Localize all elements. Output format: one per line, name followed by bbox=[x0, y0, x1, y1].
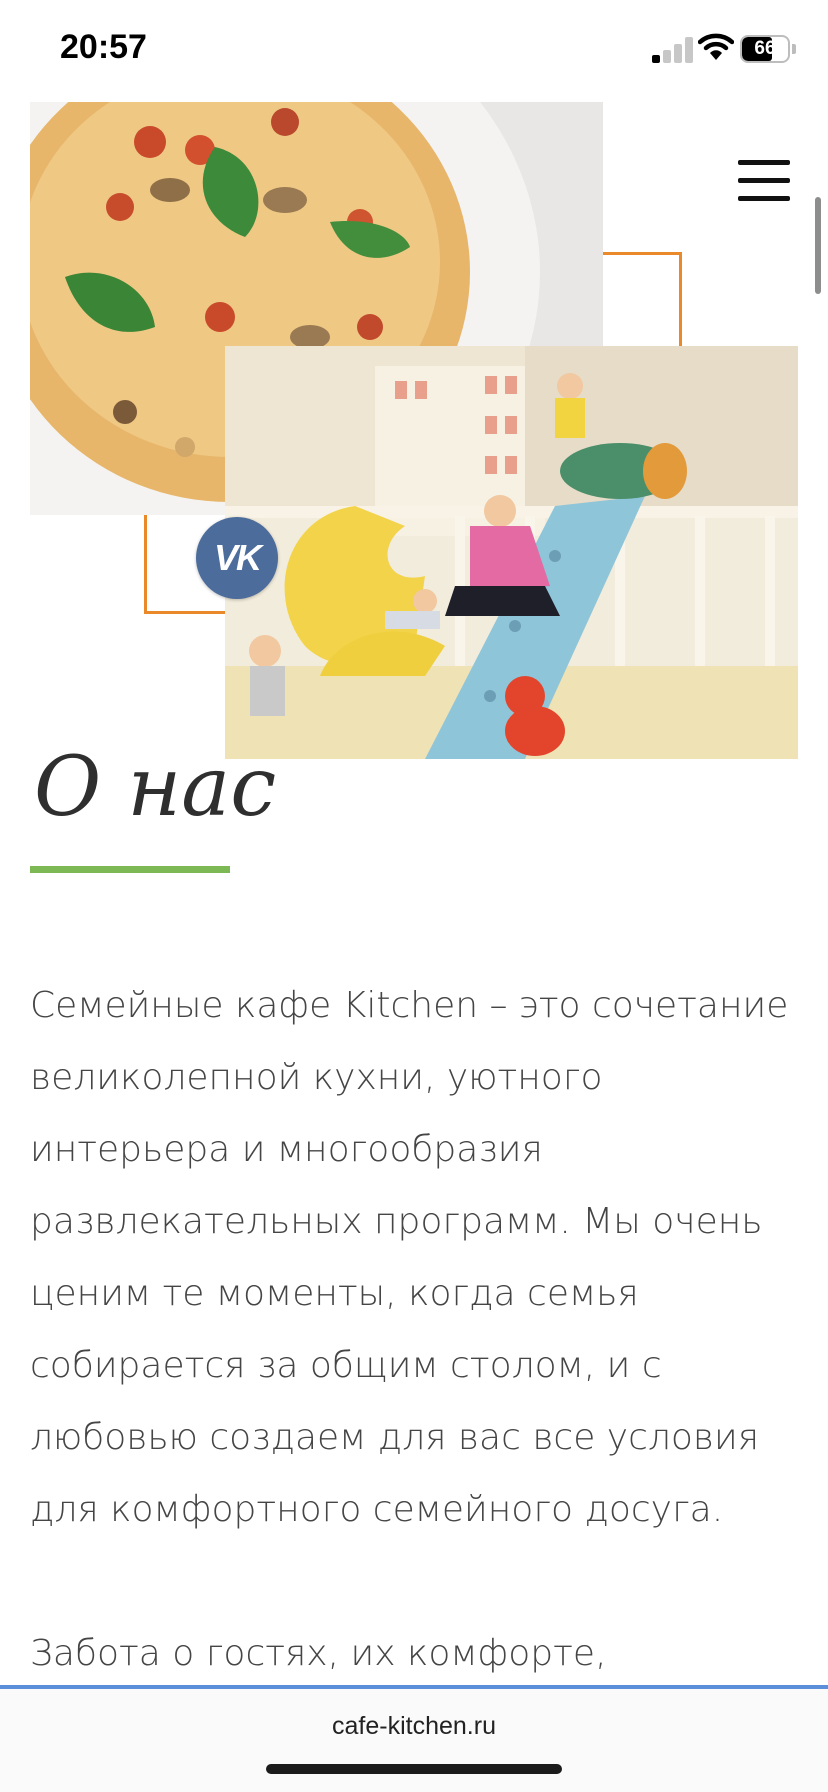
kids-playroom-photo bbox=[225, 346, 798, 759]
battery-icon: 66 bbox=[740, 35, 790, 63]
hamburger-icon[interactable] bbox=[738, 160, 790, 202]
vk-social-button[interactable]: VK bbox=[196, 517, 278, 599]
home-indicator[interactable] bbox=[266, 1764, 562, 1774]
page-scrollbar[interactable] bbox=[815, 197, 821, 294]
clock: 20:57 bbox=[60, 28, 147, 66]
about-paragraph-1: Семейные кафе Kitchen – это сочетание ве… bbox=[30, 985, 789, 1530]
vk-logo-icon: VK bbox=[213, 537, 262, 578]
status-bar: 20:57 66 bbox=[0, 0, 828, 100]
url-label[interactable]: cafe-kitchen.ru bbox=[0, 1712, 828, 1741]
battery-cap bbox=[792, 44, 796, 54]
battery-level: 66 bbox=[754, 38, 776, 59]
title-underline bbox=[30, 866, 230, 873]
cellular-signal-icon bbox=[652, 37, 693, 63]
about-paragraph-2: Забота о гостях, их комфорте, bbox=[30, 1633, 607, 1674]
about-title: О нас bbox=[34, 740, 277, 835]
wifi-icon bbox=[698, 33, 734, 60]
